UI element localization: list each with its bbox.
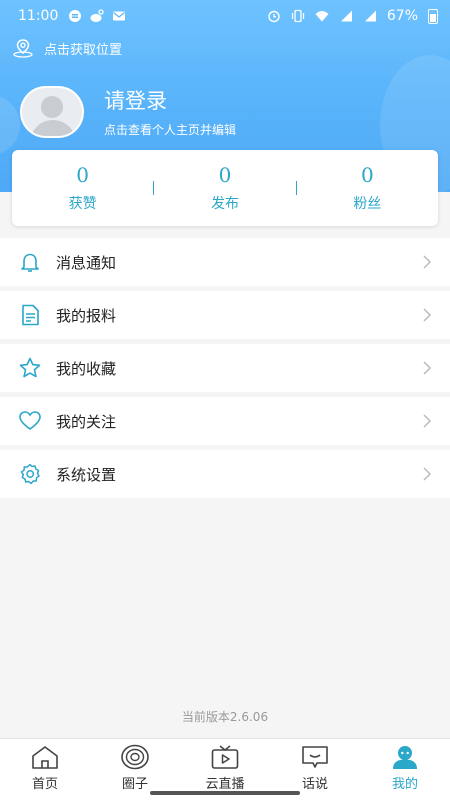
stat-value: 0	[218, 163, 232, 187]
menu-item-label: 我的报料	[56, 306, 117, 325]
stat-label: 粉丝	[353, 196, 382, 212]
stat-value: 0	[76, 163, 90, 187]
menu-item-reports[interactable]: 我的报料	[0, 291, 450, 339]
menu-item-following[interactable]: 我的关注	[0, 397, 450, 445]
chevron-right-icon	[423, 255, 432, 269]
weibo-icon	[90, 9, 105, 22]
battery-icon	[428, 8, 438, 24]
menu-list: 消息通知 我的报料 我的收藏 我的关注 系统设置	[0, 238, 450, 503]
menu-item-label: 我的收藏	[56, 359, 117, 378]
tab-label: 云直播	[205, 777, 245, 792]
menu-item-label: 我的关注	[56, 412, 117, 431]
person-icon	[393, 746, 417, 769]
menu-item-favorites[interactable]: 我的收藏	[0, 344, 450, 392]
signal-icon	[340, 10, 352, 22]
status-bar: 11:00 67%	[0, 0, 450, 32]
circle-icon	[121, 744, 149, 770]
location-button[interactable]: 点击获取位置	[12, 38, 122, 58]
home-indicator[interactable]	[150, 791, 300, 795]
stat-label: 获赞	[68, 196, 97, 212]
tv-icon	[211, 745, 239, 769]
tab-label: 我的	[391, 777, 418, 792]
chevron-right-icon	[423, 361, 432, 375]
star-icon	[19, 357, 41, 378]
version-text: 当前版本2.6.06	[181, 710, 269, 724]
menu-item-settings[interactable]: 系统设置	[0, 450, 450, 498]
gear-icon	[20, 463, 40, 485]
bell-icon	[21, 253, 39, 272]
avatar[interactable]	[20, 85, 84, 138]
chat-icon	[302, 746, 328, 768]
alarm-icon	[268, 10, 280, 23]
stat-posts[interactable]: 0 发布	[154, 163, 295, 213]
stats-card: 0 获赞 0 发布 0 粉丝	[12, 150, 438, 226]
chevron-right-icon	[423, 467, 432, 481]
mail-icon	[113, 11, 126, 21]
home-icon	[32, 746, 58, 769]
document-icon	[22, 304, 39, 326]
stat-followers[interactable]: 0 粉丝	[297, 163, 438, 213]
login-label[interactable]: 请登录	[104, 85, 236, 115]
stat-likes[interactable]: 0 获赞	[12, 163, 153, 213]
signal-icon	[364, 10, 376, 22]
profile-header[interactable]: 请登录 点击查看个人主页并编辑	[20, 85, 236, 138]
heart-icon	[19, 411, 41, 430]
profile-subtitle: 点击查看个人主页并编辑	[104, 123, 237, 137]
chevron-right-icon	[423, 414, 432, 428]
tab-label: 首页	[31, 777, 58, 792]
wifi-icon	[315, 11, 329, 22]
menu-item-label: 系统设置	[56, 465, 117, 484]
decorative-bubble	[0, 95, 20, 155]
stat-label: 发布	[210, 196, 239, 212]
tab-label: 圈子	[121, 777, 148, 792]
vibrate-icon	[291, 9, 305, 23]
status-time: 11:00	[18, 8, 59, 24]
location-label: 点击获取位置	[44, 42, 123, 58]
tab-home[interactable]: 首页	[0, 739, 90, 800]
stat-value: 0	[360, 163, 374, 187]
menu-item-label: 消息通知	[56, 253, 117, 272]
battery-percent: 67%	[386, 8, 418, 24]
tab-label: 话说	[301, 777, 328, 792]
tab-mine[interactable]: 我的	[360, 739, 450, 800]
location-pin-icon	[13, 39, 33, 58]
chevron-right-icon	[423, 308, 432, 322]
message-icon	[69, 10, 82, 22]
menu-item-notifications[interactable]: 消息通知	[0, 238, 450, 286]
